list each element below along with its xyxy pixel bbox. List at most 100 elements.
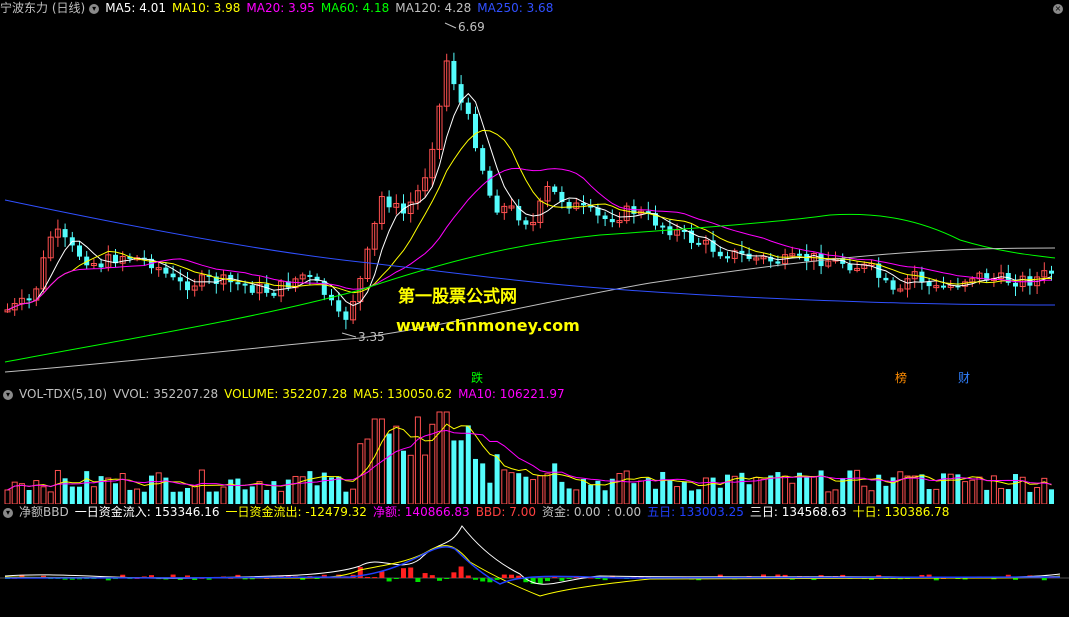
candle-body [523,220,529,225]
volume-bar [573,489,580,504]
volume-bar [235,478,241,504]
candle-body [235,282,241,285]
volume-bar [768,475,774,504]
volume-panel[interactable]: ▾ VOL-TDX(5,10) VVOL: 352207.28 VOLUME: 352… [0,386,1069,504]
volume-bar [653,488,658,504]
volume-bar [530,479,537,504]
volume-bar [213,491,219,504]
volume-bar [508,472,515,504]
flow-bar [566,578,572,579]
flow-bar [437,578,442,581]
volume-bar [537,475,544,504]
volume-bar [926,489,932,504]
fund2-value: : 0.00 [606,505,642,519]
candle-body [667,226,673,236]
flow-header: ▾ 净额BBD 一日资金流入: 153346.16 一日资金流出: -12479.32… [0,504,955,521]
net-value: 净额: 140866.83 [372,505,470,519]
candle-body [163,267,169,274]
volume-bar [371,418,378,504]
event-marker-finance[interactable]: 财 [958,369,970,386]
flow-bar [415,578,421,582]
volume-bar [501,469,508,504]
volume-bar [588,484,594,504]
flow-title: 净额BBD [19,505,69,519]
volume-bar [113,483,118,504]
volume-bar [4,489,11,504]
flow-bar [444,578,450,579]
volume-bar [220,486,227,504]
flow-bar [537,578,543,584]
candle-body [77,245,82,257]
volume-bar [285,479,291,504]
volume-header: ▾ VOL-TDX(5,10) VVOL: 352207.28 VOLUME: 352… [0,386,571,403]
volume-bar [897,471,904,504]
close-icon[interactable]: × [1053,4,1063,14]
price-panel[interactable]: 宁波东力 (日线) ▾ MA5: 4.01 MA10: 3.98 MA20: 3.95 M… [0,0,1069,386]
fund-flow-panel[interactable]: ▾ 净额BBD 一日资金流入: 153346.16 一日资金流出: -12479.32… [0,504,1069,617]
volume-bar [933,488,940,504]
flow-bar [465,575,471,578]
volume-bar [177,491,183,504]
flow-bar [545,578,550,582]
flow-bar [314,578,320,579]
volume-bar [494,454,500,504]
candle-body [321,280,327,295]
flow-bar [372,577,378,579]
candle-body [883,277,889,281]
volume-bar [487,482,493,504]
volume-bar [602,490,608,504]
volume-bar [544,473,551,504]
volume-bar [689,490,694,504]
volume-bar [631,483,637,504]
candle-body [451,60,457,85]
watermark-url: www.chnmoney.com [396,316,580,335]
volume-bar [191,485,198,504]
volume-bar [667,480,673,504]
settings-icon[interactable]: ▾ [89,3,100,14]
volume-bar [264,489,270,504]
volume-bar [54,469,61,504]
flow-bar [494,578,500,580]
volume-bar [185,487,190,504]
volume-bar [119,472,126,504]
volume-bar [638,480,645,504]
volume-bar [623,470,630,504]
volume-bar [33,480,40,504]
volume-chart[interactable] [0,386,1069,504]
volume-bar [861,485,868,504]
ma5-line [7,92,1052,311]
flow-bar [602,578,608,581]
volume-bar [904,475,911,504]
settings-icon[interactable]: ▾ [3,507,13,518]
volume-bar [473,458,478,504]
volume-bar [422,454,429,504]
volume-bar [271,481,277,504]
outflow-line [4,545,1061,597]
volume-bar [976,476,983,504]
volume-bar [782,475,789,504]
watermark-title: 第一股票公式网 [398,287,517,307]
low-price-label: 3.35 [358,330,385,344]
volume-bar [105,477,112,504]
volume-bar [436,411,443,504]
candle-body [746,253,752,259]
candle-body [242,283,248,286]
settings-icon[interactable]: ▾ [3,389,13,400]
candle-body [480,148,486,171]
volume-bar [393,425,400,504]
event-marker-fall[interactable]: 跌 [471,369,483,386]
event-marker-list[interactable]: 榜 [895,369,907,386]
candle-body [696,242,702,245]
volume-bar [458,440,464,504]
volume-bar [832,489,839,504]
volume-bar [847,470,853,504]
volume-bar [883,485,889,504]
flow-bar [365,576,370,578]
volume-bar [321,472,327,504]
candle-body [170,273,176,278]
volume-bar [47,491,54,504]
flow-bar [393,578,399,579]
flow-bar [408,567,414,578]
volume-bar [84,471,90,504]
low-pointer [341,332,357,338]
